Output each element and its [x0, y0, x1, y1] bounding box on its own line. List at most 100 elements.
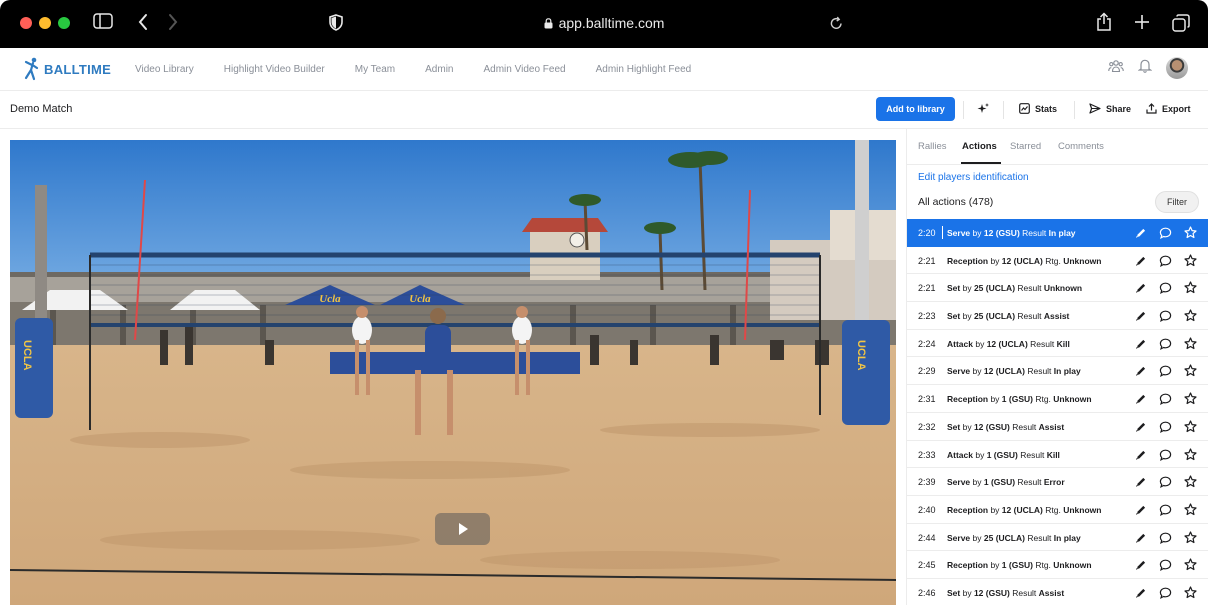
comment-icon[interactable]	[1159, 364, 1172, 382]
action-row[interactable]: 2:20 Serve by 12 (GSU) Result In play	[907, 219, 1208, 247]
pencil-icon[interactable]	[1135, 531, 1147, 549]
pencil-icon[interactable]	[1135, 392, 1147, 410]
comment-icon[interactable]	[1159, 586, 1172, 604]
new-tab-icon[interactable]	[1134, 14, 1150, 35]
star-icon[interactable]	[1184, 226, 1197, 244]
pencil-icon[interactable]	[1135, 226, 1147, 244]
comment-icon[interactable]	[1159, 558, 1172, 576]
comment-icon[interactable]	[1159, 420, 1172, 438]
star-icon[interactable]	[1184, 364, 1197, 382]
action-row[interactable]: 2:31 Reception by 1 (GSU) Rtg. Unknown	[907, 385, 1208, 413]
comment-icon[interactable]	[1159, 226, 1172, 244]
video-player[interactable]: Ucla Ucla UCLA UCLA	[10, 140, 896, 605]
all-actions-count: All actions (478)	[918, 196, 994, 208]
avatar[interactable]	[1166, 57, 1188, 79]
action-row[interactable]: 2:21 Reception by 12 (UCLA) Rtg. Unknown	[907, 247, 1208, 275]
pencil-icon[interactable]	[1135, 364, 1147, 382]
nav-link-admin[interactable]: Admin	[425, 64, 453, 75]
address-bar[interactable]: app.balltime.com	[0, 15, 1208, 32]
action-row[interactable]: 2:45 Reception by 1 (GSU) Rtg. Unknown	[907, 551, 1208, 579]
brand-name: BALLTIME	[44, 61, 112, 77]
tab-comments[interactable]: Comments	[1058, 141, 1104, 152]
share-icon[interactable]	[1096, 12, 1112, 37]
add-to-library-button[interactable]: Add to library	[876, 97, 955, 121]
star-icon[interactable]	[1184, 420, 1197, 438]
action-by-label: by	[970, 477, 984, 488]
comment-icon[interactable]	[1159, 281, 1172, 299]
team-icon[interactable]	[1108, 59, 1124, 78]
action-row[interactable]: 2:29 Serve by 12 (UCLA) Result In play	[907, 357, 1208, 386]
comment-icon[interactable]	[1159, 503, 1172, 521]
pencil-icon[interactable]	[1135, 475, 1147, 493]
play-icon	[459, 523, 468, 535]
nav-link-video-library[interactable]: Video Library	[135, 64, 194, 75]
edit-players-link[interactable]: Edit players identification	[918, 172, 1029, 183]
action-time: 2:31	[918, 394, 936, 405]
nav-link-highlight-builder[interactable]: Highlight Video Builder	[224, 64, 325, 75]
action-type: Serve	[947, 532, 971, 543]
star-icon[interactable]	[1184, 586, 1197, 604]
stats-label: Stats	[1035, 103, 1058, 114]
pencil-icon[interactable]	[1135, 586, 1147, 604]
action-time: 2:29	[918, 366, 936, 377]
filter-button[interactable]: Filter	[1155, 191, 1199, 213]
pencil-icon[interactable]	[1135, 337, 1147, 355]
tab-starred[interactable]: Starred	[1010, 141, 1041, 152]
play-button[interactable]	[435, 513, 490, 545]
pencil-icon[interactable]	[1135, 254, 1147, 272]
comment-icon[interactable]	[1159, 475, 1172, 493]
star-icon[interactable]	[1184, 530, 1197, 549]
ai-sparkle-icon[interactable]	[976, 102, 995, 116]
pencil-icon[interactable]	[1135, 309, 1147, 327]
brand-logo[interactable]: BALLTIME	[22, 57, 111, 81]
action-time: 2:39	[918, 477, 936, 488]
action-metric-label: Result	[1009, 587, 1039, 598]
nav-link-admin-highlight-feed[interactable]: Admin Highlight Feed	[596, 64, 692, 75]
action-row[interactable]: 2:32 Set by 12 (GSU) Result Assist	[907, 413, 1208, 441]
star-icon[interactable]	[1184, 254, 1197, 272]
pencil-icon[interactable]	[1135, 420, 1147, 438]
bell-icon[interactable]	[1137, 58, 1153, 78]
star-icon[interactable]	[1184, 503, 1197, 521]
action-result: Assist	[1038, 421, 1065, 432]
star-icon[interactable]	[1184, 337, 1197, 355]
comment-icon[interactable]	[1159, 309, 1172, 327]
action-result: In play	[1048, 228, 1076, 238]
pencil-icon[interactable]	[1135, 558, 1147, 576]
action-time: 2:40	[918, 504, 936, 515]
action-row[interactable]: 2:21 Set by 25 (UCLA) Result Unknown	[907, 274, 1208, 303]
star-icon[interactable]	[1184, 447, 1197, 466]
action-type: Set	[947, 421, 961, 432]
nav-link-my-team[interactable]: My Team	[355, 64, 395, 75]
comment-icon[interactable]	[1159, 448, 1172, 466]
reload-icon[interactable]	[830, 16, 843, 35]
action-row[interactable]: 2:24 Attack by 12 (UCLA) Result Kill	[907, 330, 1208, 358]
pencil-icon[interactable]	[1135, 503, 1147, 521]
tab-rallies[interactable]: Rallies	[918, 141, 947, 152]
export-button[interactable]: Export	[1146, 103, 1191, 114]
action-row[interactable]: 2:23 Set by 25 (UCLA) Result Assist	[907, 302, 1208, 330]
tabs-icon[interactable]	[1172, 14, 1190, 37]
star-icon[interactable]	[1184, 281, 1197, 299]
comment-icon[interactable]	[1159, 337, 1172, 355]
action-row[interactable]: 2:44 Serve by 25 (UCLA) Result In play	[907, 524, 1208, 552]
action-row[interactable]: 2:39 Serve by 1 (GSU) Result Error	[907, 468, 1208, 496]
star-icon[interactable]	[1184, 475, 1197, 493]
action-row[interactable]: 2:46 Set by 12 (GSU) Result Assist	[907, 579, 1208, 605]
pencil-icon[interactable]	[1135, 448, 1147, 466]
nav-link-admin-video-feed[interactable]: Admin Video Feed	[484, 64, 566, 75]
pencil-icon[interactable]	[1135, 281, 1147, 299]
action-metric-label: Rtg.	[1032, 394, 1054, 405]
star-icon[interactable]	[1184, 309, 1197, 327]
comment-icon[interactable]	[1159, 392, 1172, 410]
star-icon[interactable]	[1184, 558, 1197, 576]
share-button[interactable]: Share	[1089, 103, 1131, 114]
stats-button[interactable]: Stats	[1019, 103, 1057, 114]
star-icon[interactable]	[1184, 392, 1197, 410]
action-row[interactable]: 2:40 Reception by 12 (UCLA) Rtg. Unknown	[907, 496, 1208, 524]
action-row[interactable]: 2:33 Attack by 1 (GSU) Result Kill	[907, 441, 1208, 469]
tab-actions[interactable]: Actions	[962, 141, 997, 152]
comment-icon[interactable]	[1159, 531, 1172, 549]
comment-icon[interactable]	[1159, 254, 1172, 272]
action-by-label: by	[970, 228, 984, 238]
